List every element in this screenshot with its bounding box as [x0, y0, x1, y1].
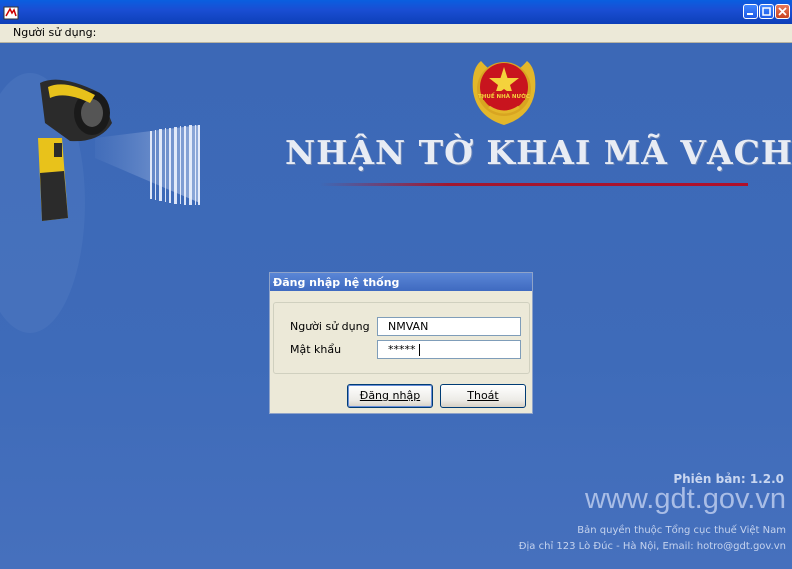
title-underline: [320, 183, 748, 186]
login-dialog-title: Đăng nhập hệ thống: [273, 276, 400, 289]
address-text: Địa chỉ 123 Lò Đúc - Hà Nội, Email: hotr…: [518, 541, 786, 552]
password-label: Mật khẩu: [290, 343, 342, 356]
username-field[interactable]: NMVAN: [377, 317, 521, 336]
maximize-button[interactable]: [759, 4, 774, 19]
close-icon: [778, 7, 787, 16]
login-button[interactable]: Đăng nhập: [347, 384, 433, 408]
login-dialog: Đăng nhập hệ thống Người sử dụng NMVAN M…: [269, 272, 533, 414]
exit-button-label: Thoát: [467, 389, 499, 402]
menu-bar: Người sử dụng:: [0, 24, 792, 43]
maximize-icon: [762, 7, 771, 16]
emblem-icon: THUẾ NHÀ NƯỚC: [472, 61, 536, 125]
minimize-icon: [747, 13, 753, 15]
main-area: THUẾ NHÀ NƯỚC NHẬN TỜ KHAI MÃ VẠCH Đăng …: [0, 43, 792, 569]
username-label: Người sử dụng: [290, 320, 370, 333]
minimize-button[interactable]: [743, 4, 758, 19]
barcode-scanner-icon: [0, 73, 200, 333]
website-link[interactable]: www.gdt.gov.vn: [585, 483, 786, 516]
copyright-text: Bản quyền thuộc Tổng cục thuế Việt Nam: [577, 525, 786, 536]
window-titlebar[interactable]: [0, 0, 792, 24]
exit-button[interactable]: Thoát: [440, 384, 526, 408]
login-button-label: Đăng nhập: [359, 389, 421, 402]
password-value: *****: [388, 343, 416, 356]
text-caret: [419, 344, 420, 356]
app-icon: [3, 6, 19, 20]
username-value: NMVAN: [388, 320, 429, 333]
menu-item-user[interactable]: Người sử dụng:: [13, 26, 96, 39]
password-field[interactable]: *****: [377, 340, 521, 359]
close-button[interactable]: [775, 4, 790, 19]
login-dialog-titlebar[interactable]: Đăng nhập hệ thống: [270, 273, 532, 291]
credentials-group: Người sử dụng NMVAN Mật khẩu *****: [273, 302, 530, 374]
emblem-text: THUẾ NHÀ NƯỚC: [478, 92, 530, 100]
page-title: NHẬN TỜ KHAI MÃ VẠCH: [285, 133, 792, 172]
